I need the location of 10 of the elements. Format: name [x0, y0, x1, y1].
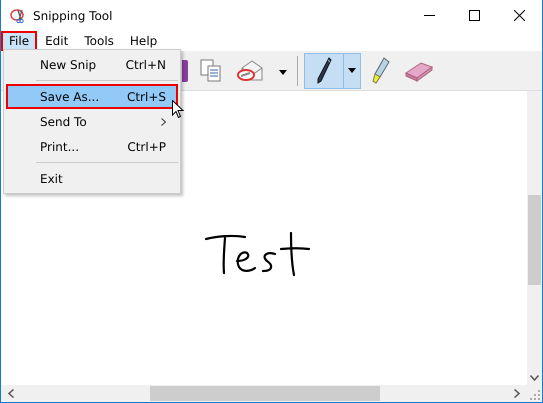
menu-item[interactable]: Edit [37, 31, 76, 51]
menu-item[interactable]: Save As... Ctrl+S [6, 84, 178, 109]
window-title: Snipping Tool [33, 8, 112, 22]
menu-item[interactable]: Help [122, 31, 166, 51]
menu-item[interactable]: New Snip Ctrl+N [6, 52, 178, 77]
menu-item[interactable]: File [1, 31, 38, 51]
menu-item[interactable]: Tools [76, 31, 122, 51]
menu-item[interactable]: Send To [6, 109, 178, 134]
menu-item[interactable]: Exit [6, 166, 178, 191]
menu-item[interactable]: Print... Ctrl+P [6, 134, 178, 159]
